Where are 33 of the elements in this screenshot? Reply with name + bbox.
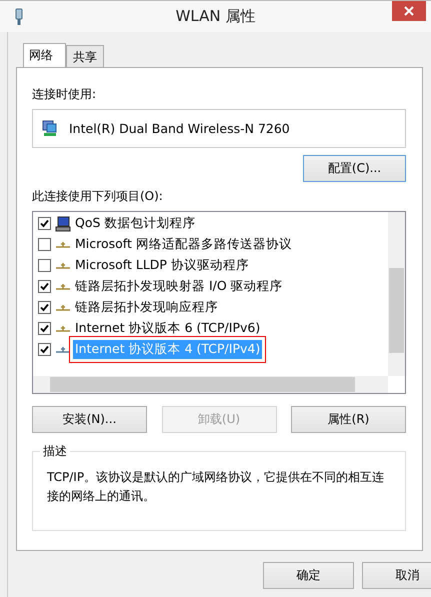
description-text: TCP/IP。该协议是默认的广域网络协议，它提供在不同的相互连接的网络上的通讯。 — [47, 469, 386, 505]
action-button[interactable]: 安装(N)... — [32, 406, 147, 433]
vertical-scrollbar[interactable] — [388, 212, 405, 376]
list-item[interactable]: 链路层拓扑发现映射器 I/O 驱动程序 — [73, 277, 285, 296]
list-item[interactable]: Internet 协议版本 6 (TCP/IPv6) — [73, 319, 262, 338]
window-title: WLAN 属性 — [174, 7, 256, 26]
group-title: 描述 — [40, 443, 70, 460]
checkbox[interactable] — [38, 343, 51, 356]
checkbox[interactable] — [38, 217, 51, 230]
configure-button[interactable]: 配置(C)... — [303, 155, 406, 182]
network-adapter-icon — [14, 8, 24, 26]
adapter-name: Intel(R) Dual Band Wireless-N 7260 — [69, 121, 290, 136]
checkbox[interactable] — [38, 259, 51, 272]
list-item[interactable]: Microsoft LLDP 协议驱动程序 — [73, 256, 251, 275]
tab[interactable]: 共享 — [66, 45, 104, 67]
action-button[interactable]: 属性(R) — [291, 406, 406, 433]
checkbox[interactable] — [38, 301, 51, 314]
list-item[interactable]: 链路层拓扑发现响应程序 — [73, 298, 220, 317]
tab[interactable]: 网络 — [23, 43, 66, 67]
checkbox[interactable] — [38, 238, 51, 251]
dialog-button[interactable]: 取消 — [362, 562, 431, 589]
list-item[interactable]: Microsoft 网络适配器多路传送器协议 — [73, 235, 294, 254]
computer-icon — [55, 216, 71, 232]
list-label: 此连接使用下列项目(O): — [32, 188, 164, 205]
dialog-button[interactable]: 确定 — [263, 562, 354, 589]
checkbox[interactable] — [38, 280, 51, 293]
close-button[interactable] — [392, 1, 426, 21]
list-item[interactable]: QoS 数据包计划程序 — [73, 214, 198, 233]
checkbox[interactable] — [38, 322, 51, 335]
field-label: 连接时使用: — [32, 86, 98, 103]
horizontal-scrollbar[interactable] — [33, 376, 388, 393]
close-icon — [404, 6, 414, 16]
network-adapter-icon — [41, 120, 59, 138]
